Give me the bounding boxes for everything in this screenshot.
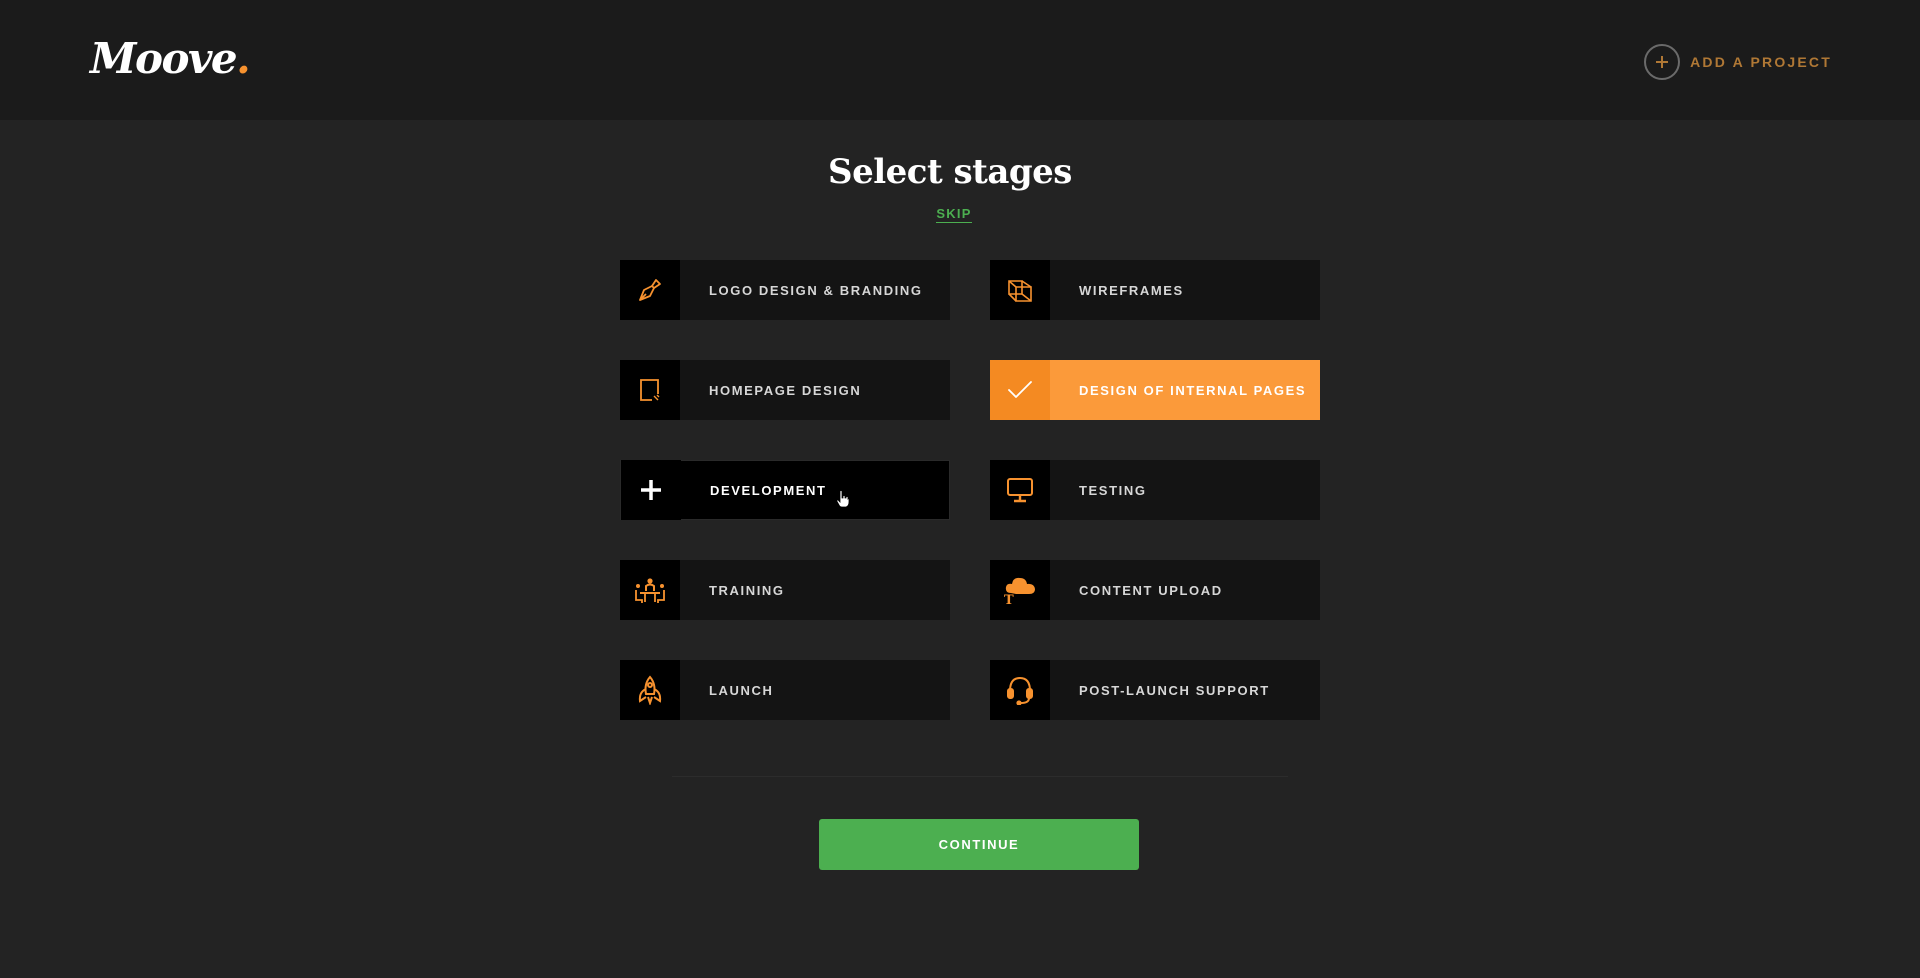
stage-label: CONTENT UPLOAD <box>1079 582 1223 598</box>
stage-label: LAUNCH <box>709 682 774 698</box>
stage-testing[interactable]: TESTING <box>990 460 1320 520</box>
stage-label: TRAINING <box>709 582 785 598</box>
stage-content-upload[interactable]: T CONTENT UPLOAD <box>990 560 1320 620</box>
skip-link[interactable]: SKIP <box>936 206 972 223</box>
cloud-text-icon: T <box>990 560 1050 620</box>
stage-wireframes[interactable]: WIREFRAMES <box>990 260 1320 320</box>
stage-label: DEVELOPMENT <box>710 482 827 498</box>
moove-logo[interactable]: Moove. <box>90 34 251 83</box>
stage-design-of-internal-pages[interactable]: DESIGN OF INTERNAL PAGES <box>990 360 1320 420</box>
stage-label: TESTING <box>1079 482 1147 498</box>
meeting-table-icon <box>620 560 680 620</box>
pen-nib-icon <box>620 260 680 320</box>
stage-logo-design-branding[interactable]: LOGO DESIGN & BRANDING <box>620 260 950 320</box>
svg-text:T: T <box>1004 593 1014 605</box>
page-title: Select stages <box>828 152 1072 192</box>
stage-launch[interactable]: LAUNCH <box>620 660 950 720</box>
tablet-pencil-icon <box>620 360 680 420</box>
pointer-cursor-icon <box>836 490 850 513</box>
divider <box>672 776 1288 777</box>
stage-label: HOMEPAGE DESIGN <box>709 382 862 398</box>
headset-icon <box>990 660 1050 720</box>
stage-label: DESIGN OF INTERNAL PAGES <box>1079 382 1307 398</box>
stage-training[interactable]: TRAINING <box>620 560 950 620</box>
stage-homepage-design[interactable]: HOMEPAGE DESIGN <box>620 360 950 420</box>
add-project-label: ADD A PROJECT <box>1690 54 1832 70</box>
add-project-button[interactable]: ADD A PROJECT <box>1644 44 1832 80</box>
cube-wireframe-icon <box>990 260 1050 320</box>
stage-label: POST-LAUNCH SUPPORT <box>1079 682 1270 698</box>
plus-icon <box>621 460 681 520</box>
checkmark-icon <box>990 360 1050 420</box>
continue-button[interactable]: CONTINUE <box>819 819 1139 870</box>
stage-label: LOGO DESIGN & BRANDING <box>709 282 923 298</box>
stage-development[interactable]: DEVELOPMENT <box>620 460 950 520</box>
plus-circle-icon <box>1644 44 1681 80</box>
rocket-icon <box>620 660 680 720</box>
monitor-icon <box>990 460 1050 520</box>
stage-post-launch-support[interactable]: POST-LAUNCH SUPPORT <box>990 660 1320 720</box>
skip-link-wrapper: SKIP <box>0 206 1908 223</box>
top-header: Moove. ADD A PROJECT <box>0 0 1920 120</box>
stage-label: WIREFRAMES <box>1079 282 1184 298</box>
